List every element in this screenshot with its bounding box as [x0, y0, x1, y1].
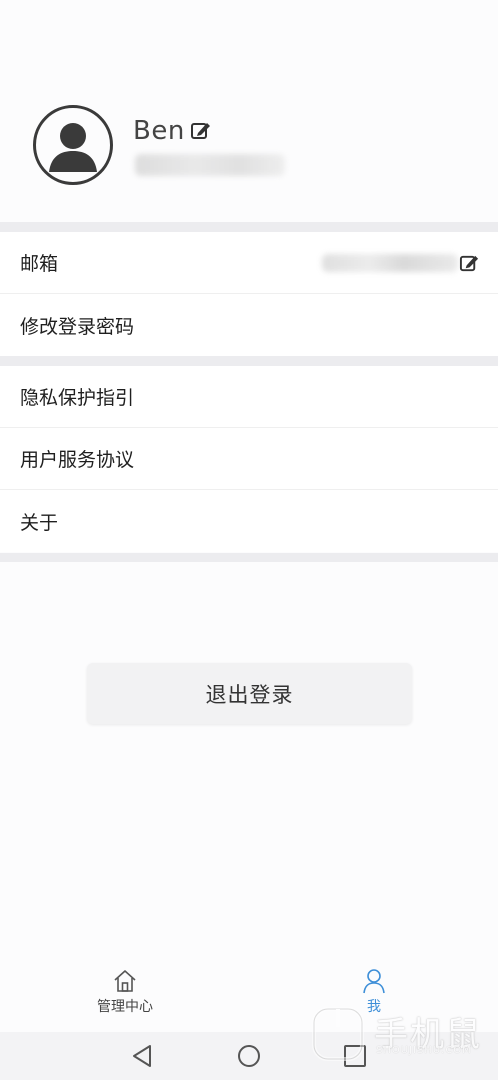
- privacy-policy-label: 隐私保护指引: [20, 387, 135, 409]
- info-group: 隐私保护指引 用户服务协议 关于: [0, 366, 498, 552]
- section-divider: [0, 356, 498, 366]
- edit-icon: [459, 255, 479, 272]
- home-icon: [114, 970, 136, 992]
- edit-name-button[interactable]: [190, 120, 212, 142]
- change-password-row[interactable]: 修改登录密码: [0, 294, 498, 356]
- user-agreement-row[interactable]: 用户服务协议: [0, 428, 498, 490]
- edit-email-button[interactable]: [459, 253, 480, 274]
- watermark: 手机鼠 SHOUJISHU.COM: [308, 1003, 498, 1063]
- section-divider: [0, 553, 498, 562]
- back-button[interactable]: [129, 1042, 157, 1070]
- watermark-subtext: SHOUJISHU.COM: [376, 1045, 472, 1056]
- user-agreement-label: 用户服务协议: [20, 449, 135, 471]
- tab-management-center[interactable]: 管理中心: [80, 968, 170, 1030]
- edit-icon: [191, 123, 210, 139]
- home-circle-icon: [238, 1045, 260, 1067]
- profile-header: Ben: [0, 0, 498, 222]
- username: Ben: [133, 116, 185, 146]
- privacy-policy-row[interactable]: 隐私保护指引: [0, 366, 498, 428]
- logout-label: 退出登录: [205, 682, 294, 707]
- email-row[interactable]: 邮箱: [0, 232, 498, 294]
- person-icon: [363, 969, 385, 994]
- account-settings-group: 邮箱 修改登录密码: [0, 232, 498, 356]
- avatar[interactable]: [33, 105, 113, 185]
- change-password-label: 修改登录密码: [20, 315, 135, 338]
- about-row[interactable]: 关于: [0, 490, 498, 552]
- home-button[interactable]: [235, 1042, 263, 1070]
- tab-management-center-label: 管理中心: [97, 999, 153, 1015]
- logout-button[interactable]: 退出登录: [87, 663, 412, 724]
- mouse-logo-icon: [312, 1007, 364, 1061]
- section-divider: [0, 222, 498, 232]
- email-label: 邮箱: [20, 253, 59, 275]
- user-icon: [49, 123, 97, 172]
- back-triangle-icon: [133, 1045, 151, 1067]
- about-label: 关于: [20, 511, 59, 534]
- masked-email-value: [322, 254, 458, 272]
- masked-phone-number: [135, 154, 285, 176]
